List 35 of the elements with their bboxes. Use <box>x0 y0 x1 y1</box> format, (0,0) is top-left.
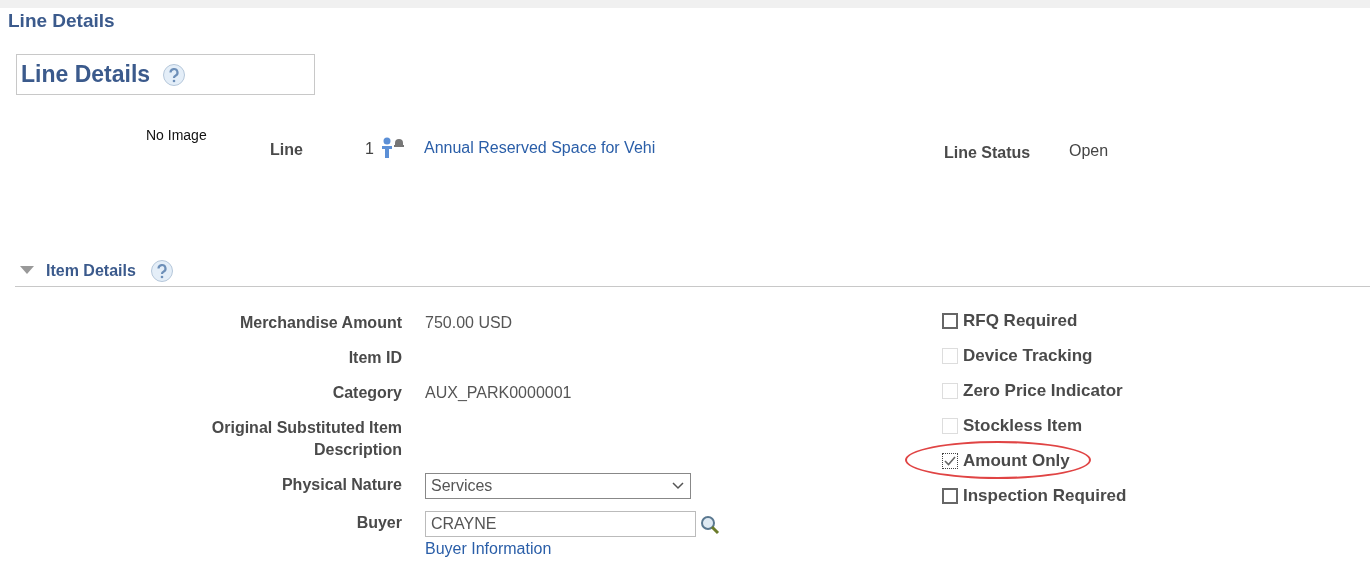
checkbox-label: Inspection Required <box>963 485 1127 506</box>
collapse-triangle-icon[interactable] <box>20 266 36 276</box>
checkbox-label: Device Tracking <box>963 345 1093 366</box>
checkbox-label: RFQ Required <box>963 310 1078 331</box>
person-icon[interactable] <box>380 135 406 159</box>
field-label: Item ID <box>347 348 402 368</box>
checkbox-label: Stockless Item <box>963 415 1083 436</box>
field-value: 750.00 USD <box>425 314 513 331</box>
line-number: 1 <box>365 140 374 158</box>
section-title[interactable]: Item Details <box>46 262 136 280</box>
line-description-link[interactable]: Annual Reserved Space for Vehi <box>424 139 656 157</box>
buyer-input[interactable]: CRAYNE <box>425 511 696 537</box>
help-icon[interactable] <box>162 62 187 87</box>
chevron-down-icon <box>672 482 684 490</box>
checkbox-label: Zero Price Indicator <box>963 380 1123 401</box>
field-label: Buyer <box>355 513 402 533</box>
field-label: Original Substituted Item Description <box>210 418 402 460</box>
field-label: Physical Nature <box>280 475 402 495</box>
checkbox-label: Amount Only <box>963 450 1070 471</box>
checkbox[interactable] <box>942 452 958 469</box>
physical-nature-dropdown[interactable]: Services <box>425 473 691 499</box>
search-icon[interactable] <box>699 513 721 536</box>
checkbox[interactable] <box>942 312 958 329</box>
line-label: Line <box>270 141 303 159</box>
field-label: Merchandise Amount <box>238 313 402 333</box>
line-status-value: Open <box>1069 142 1109 160</box>
field-value: AUX_PARK0000001 <box>425 384 572 401</box>
line-status-label: Line Status <box>944 144 1031 162</box>
checkbox[interactable] <box>942 487 958 504</box>
help-icon[interactable] <box>149 259 174 283</box>
no-image-text: No Image <box>146 127 207 143</box>
field-label: Category <box>331 383 402 403</box>
buyer-information-link[interactable]: Buyer Information <box>425 540 552 558</box>
panel-title: Line Details <box>21 61 151 88</box>
page-title: Line Details <box>8 10 116 33</box>
